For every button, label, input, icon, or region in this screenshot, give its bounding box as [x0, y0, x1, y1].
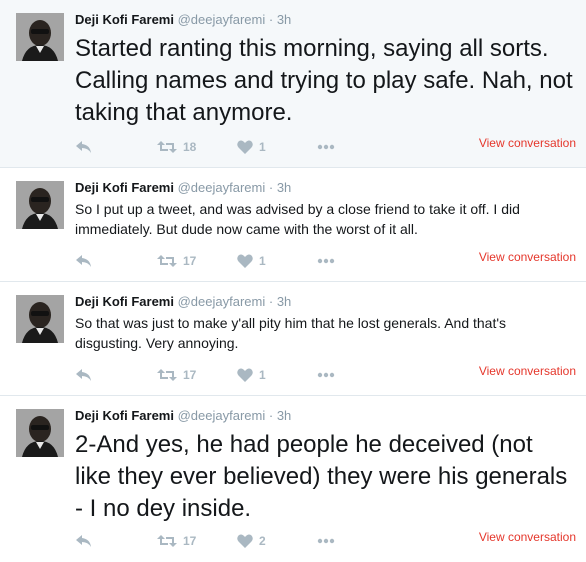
tweet-text: So that was just to make y'all pity him … — [75, 315, 507, 351]
tweet-header: Deji Kofi Faremi @deejayfaremi · 3h — [75, 180, 291, 196]
like-button[interactable]: 2 — [237, 531, 266, 551]
timestamp[interactable]: 3h — [277, 408, 291, 423]
retweet-count: 17 — [183, 254, 197, 268]
separator-dot: · — [268, 12, 274, 27]
more-button[interactable] — [317, 251, 335, 271]
retweet-icon — [157, 535, 177, 547]
retweet-icon — [157, 141, 177, 153]
retweet-count: 17 — [183, 534, 197, 548]
like-count: 1 — [259, 140, 266, 154]
more-icon — [317, 144, 335, 150]
author-name[interactable]: Deji Kofi Faremi — [75, 180, 174, 195]
tweet-text: 2-And yes, he had people he deceived (no… — [75, 431, 568, 522]
reply-icon — [76, 369, 91, 381]
tweet-header: Deji Kofi Faremi @deejayfaremi · 3h — [75, 408, 291, 424]
reply-icon — [76, 255, 91, 267]
author-name[interactable]: Deji Kofi Faremi — [75, 294, 174, 309]
avatar[interactable] — [16, 409, 64, 457]
tweet-text: Started ranting this morning, saying all… — [75, 35, 573, 126]
tweet-actions: 17 2 — [75, 531, 375, 551]
reply-button[interactable] — [75, 531, 93, 551]
avatar[interactable] — [16, 295, 64, 343]
separator-dot: · — [268, 180, 274, 195]
author-handle[interactable]: @deejayfaremi — [178, 408, 266, 423]
author-handle[interactable]: @deejayfaremi — [178, 294, 266, 309]
separator-dot: · — [268, 294, 274, 309]
like-button[interactable]: 1 — [237, 137, 266, 157]
tweet-actions: 17 1 — [75, 251, 375, 271]
author-name[interactable]: Deji Kofi Faremi — [75, 12, 174, 27]
tweet[interactable]: Deji Kofi Faremi @deejayfaremi · 3h 2-An… — [0, 396, 586, 562]
timestamp[interactable]: 3h — [277, 180, 291, 195]
view-conversation-link[interactable]: View conversation — [479, 136, 576, 150]
retweet-button[interactable]: 17 — [157, 365, 196, 385]
author-handle[interactable]: @deejayfaremi — [178, 12, 266, 27]
author-name[interactable]: Deji Kofi Faremi — [75, 408, 174, 423]
retweet-count: 18 — [183, 140, 197, 154]
reply-icon — [76, 141, 91, 153]
avatar[interactable] — [16, 13, 64, 61]
tweet[interactable]: Deji Kofi Faremi @deejayfaremi · 3h Star… — [0, 0, 586, 168]
more-button[interactable] — [317, 531, 335, 551]
timestamp[interactable]: 3h — [277, 12, 291, 27]
heart-icon — [237, 254, 253, 268]
tweet[interactable]: Deji Kofi Faremi @deejayfaremi · 3h So t… — [0, 282, 586, 396]
timestamp[interactable]: 3h — [277, 294, 291, 309]
retweet-icon — [157, 369, 177, 381]
reply-button[interactable] — [75, 365, 93, 385]
more-button[interactable] — [317, 365, 335, 385]
author-handle[interactable]: @deejayfaremi — [178, 180, 266, 195]
view-conversation-link[interactable]: View conversation — [479, 530, 576, 544]
like-count: 1 — [259, 254, 266, 268]
tweet-actions: 17 1 — [75, 365, 375, 385]
more-icon — [317, 538, 335, 544]
retweet-button[interactable]: 17 — [157, 531, 196, 551]
tweet-header: Deji Kofi Faremi @deejayfaremi · 3h — [75, 294, 291, 310]
heart-icon — [237, 140, 253, 154]
separator-dot: · — [268, 408, 274, 423]
reply-button[interactable] — [75, 251, 93, 271]
view-conversation-link[interactable]: View conversation — [479, 364, 576, 378]
tweet-header: Deji Kofi Faremi @deejayfaremi · 3h — [75, 12, 291, 28]
like-count: 1 — [259, 368, 266, 382]
tweet-text: So I put up a tweet, and was advised by … — [75, 201, 520, 237]
retweet-count: 17 — [183, 368, 197, 382]
reply-button[interactable] — [75, 137, 93, 157]
retweet-icon — [157, 255, 177, 267]
avatar[interactable] — [16, 181, 64, 229]
retweet-button[interactable]: 17 — [157, 251, 196, 271]
view-conversation-link[interactable]: View conversation — [479, 250, 576, 264]
heart-icon — [237, 368, 253, 382]
more-icon — [317, 372, 335, 378]
tweet-actions: 18 1 — [75, 137, 375, 157]
tweet[interactable]: Deji Kofi Faremi @deejayfaremi · 3h So I… — [0, 168, 586, 282]
heart-icon — [237, 534, 253, 548]
more-button[interactable] — [317, 137, 335, 157]
tweet-feed: Deji Kofi Faremi @deejayfaremi · 3h Star… — [0, 0, 586, 562]
reply-icon — [76, 535, 91, 547]
more-icon — [317, 258, 335, 264]
like-count: 2 — [259, 534, 266, 548]
retweet-button[interactable]: 18 — [157, 137, 196, 157]
like-button[interactable]: 1 — [237, 365, 266, 385]
like-button[interactable]: 1 — [237, 251, 266, 271]
